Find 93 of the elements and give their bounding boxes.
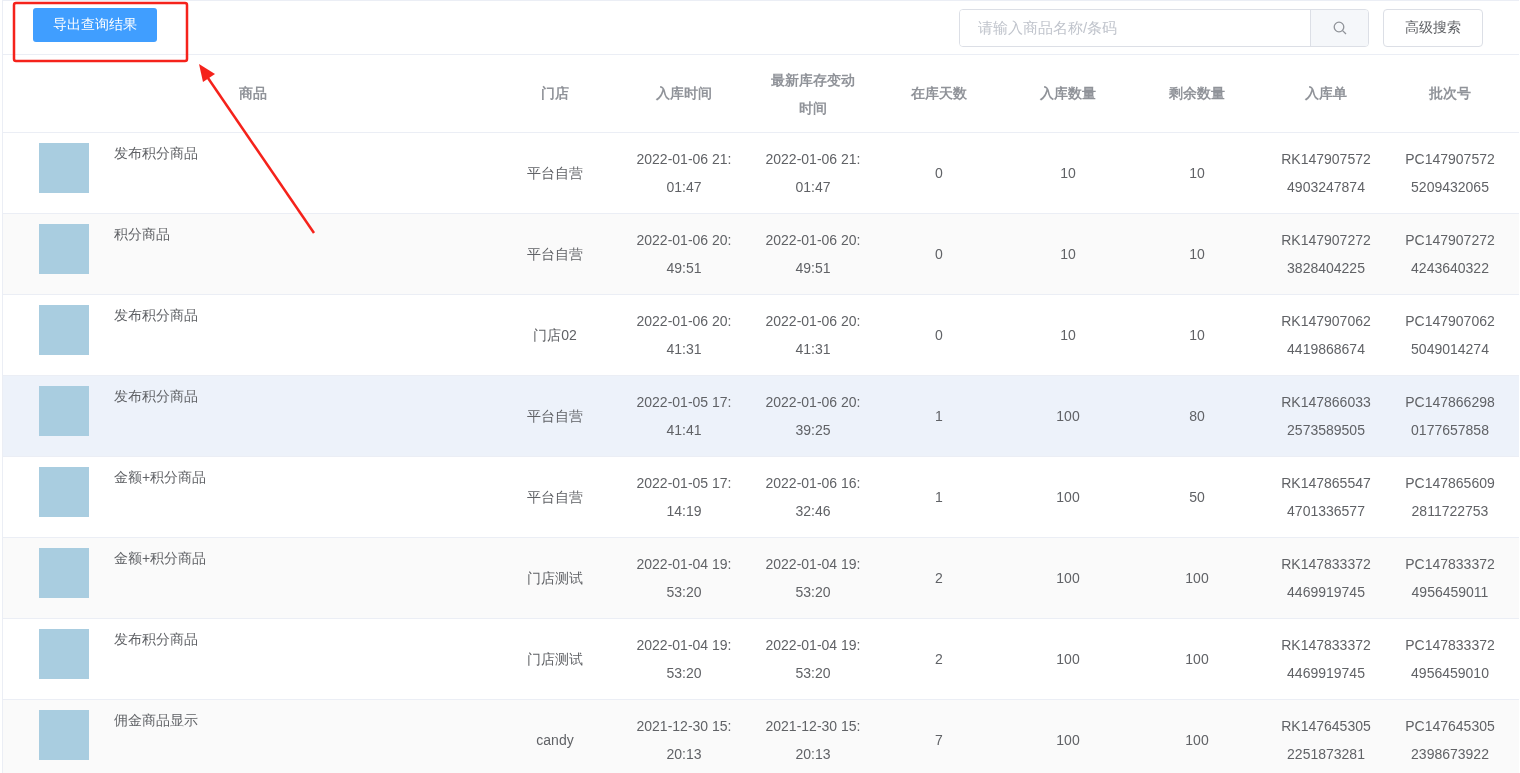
table-cell-text: 2021-12-30 15:20:13 <box>764 717 862 764</box>
table-cell-text: 100 <box>1056 650 1080 669</box>
table-cell-text: 100 <box>1185 569 1209 588</box>
table-cell-text: RK1479075724903247874 <box>1280 150 1372 197</box>
product-name: 金额+积分商品 <box>114 550 207 568</box>
product-name: 发布积分商品 <box>114 631 198 649</box>
table-cell-text: 10 <box>1060 164 1076 183</box>
photo-placeholder <box>39 224 89 274</box>
column-header: 在库天数 <box>911 84 967 103</box>
table-cell-text: 2022-01-06 20:49:51 <box>764 231 862 278</box>
table-cell-text: 2022-01-04 19:53:20 <box>635 555 733 602</box>
table-cell-text: 1 <box>935 488 943 507</box>
table-cell-text: RK1478655474701336577 <box>1280 474 1372 521</box>
table-cell-text: 0 <box>935 326 943 345</box>
table-cell-text: 2022-01-06 20:41:31 <box>635 312 733 359</box>
column-header: 批次号 <box>1429 84 1471 103</box>
table-cell-text: PC1479070625049014274 <box>1404 312 1496 359</box>
table-cell-text: 100 <box>1056 488 1080 507</box>
table-cell-text: 10 <box>1060 245 1076 264</box>
table-cell-text: 2022-01-06 20:49:51 <box>635 231 733 278</box>
table-cell-text: PC1478662980177657858 <box>1404 393 1496 440</box>
table-cell-text: 2022-01-06 20:39:25 <box>764 393 862 440</box>
table-cell-text: 平台自营 <box>527 164 583 183</box>
table-cell-text: 100 <box>1056 731 1080 750</box>
table-cell-text: RK1479070624419868674 <box>1280 312 1372 359</box>
table-cell-text: 10 <box>1060 326 1076 345</box>
table-cell-text: RK1476453052251873281 <box>1280 717 1372 764</box>
table-cell-text: 门店测试 <box>527 569 583 588</box>
product-name: 金额+积分商品 <box>114 469 207 487</box>
table-cell-text: 2022-01-05 17:41:41 <box>635 393 733 440</box>
table-cell-text: RK1478333724469919745 <box>1280 636 1372 683</box>
table-cell-text: 平台自营 <box>527 407 583 426</box>
column-header: 最新库存变动时间 <box>770 70 856 118</box>
table-cell-text: 2022-01-05 17:14:19 <box>635 474 733 521</box>
search-icon <box>1332 20 1347 35</box>
advanced-search-button[interactable]: 高级搜索 <box>1383 8 1483 47</box>
table-cell-text: 门店02 <box>533 326 577 345</box>
table-cell-text: 2 <box>935 569 943 588</box>
table-cell-text: 平台自营 <box>527 245 583 264</box>
product-name: 佣金商品显示 <box>114 712 198 730</box>
table-cell-text: PC1478656092811722753 <box>1404 474 1496 521</box>
table-cell-text: 2022-01-04 19:53:20 <box>764 636 862 683</box>
search-field[interactable]: 请输入商品名称/条码 <box>959 8 1369 47</box>
table-cell-text: 100 <box>1056 407 1080 426</box>
table-cell-text: 100 <box>1056 569 1080 588</box>
column-header: 门店 <box>541 84 569 103</box>
table-cell-text: 100 <box>1185 650 1209 669</box>
table-cell-text: 80 <box>1189 407 1205 426</box>
table-cell-text: 门店测试 <box>527 650 583 669</box>
table-cell-text: PC1479072724243640322 <box>1404 231 1496 278</box>
table-cell-text: 100 <box>1185 731 1209 750</box>
table-cell-text: 2022-01-04 19:53:20 <box>764 555 862 602</box>
table-cell-text: 2022-01-06 16:32:46 <box>764 474 862 521</box>
table-cell-text: 10 <box>1189 164 1205 183</box>
table-cell-text: 2 <box>935 650 943 669</box>
product-name: 发布积分商品 <box>114 145 198 163</box>
column-header: 入库时间 <box>656 84 712 103</box>
table-cell-text: 2022-01-06 20:41:31 <box>764 312 862 359</box>
product-name: 发布积分商品 <box>114 307 198 325</box>
column-header: 商品 <box>239 84 267 103</box>
table-cell-text: 0 <box>935 245 943 264</box>
table-cell-text: RK1478333724469919745 <box>1280 555 1372 602</box>
photo-placeholder <box>39 629 89 679</box>
column-header: 剩余数量 <box>1169 84 1225 103</box>
table-cell-text: 2021-12-30 15:20:13 <box>635 717 733 764</box>
table-cell-text: 1 <box>935 407 943 426</box>
table-cell-text: 平台自营 <box>527 488 583 507</box>
photo-placeholder <box>39 143 89 193</box>
table-cell-text: 10 <box>1189 245 1205 264</box>
table-cell-text: 0 <box>935 164 943 183</box>
table-cell-text: 2022-01-06 21:01:47 <box>764 150 862 197</box>
product-name: 积分商品 <box>114 226 170 244</box>
table-cell-text: 2022-01-06 21:01:47 <box>635 150 733 197</box>
table-cell-text: PC1478333724956459011 <box>1404 555 1496 602</box>
table-cell-text: 50 <box>1189 488 1205 507</box>
photo-placeholder <box>39 467 89 517</box>
photo-placeholder <box>39 548 89 598</box>
table-cell-text: PC1479075725209432065 <box>1404 150 1496 197</box>
table-cell-text: PC1478333724956459010 <box>1404 636 1496 683</box>
product-name: 发布积分商品 <box>114 388 198 406</box>
search-button[interactable] <box>1310 9 1368 46</box>
table-cell-text: PC1476453052398673922 <box>1404 717 1496 764</box>
photo-placeholder <box>39 386 89 436</box>
column-header: 入库数量 <box>1040 84 1096 103</box>
photo-placeholder <box>39 710 89 760</box>
table-cell-text: 7 <box>935 731 943 750</box>
table-cell-text: 10 <box>1189 326 1205 345</box>
table-cell-text: candy <box>536 731 574 750</box>
photo-placeholder <box>39 305 89 355</box>
table-cell-text: RK1479072723828404225 <box>1280 231 1372 278</box>
table-cell-text: RK1478660332573589505 <box>1280 393 1372 440</box>
table-cell-text: 2022-01-04 19:53:20 <box>635 636 733 683</box>
column-header: 入库单 <box>1305 84 1347 103</box>
